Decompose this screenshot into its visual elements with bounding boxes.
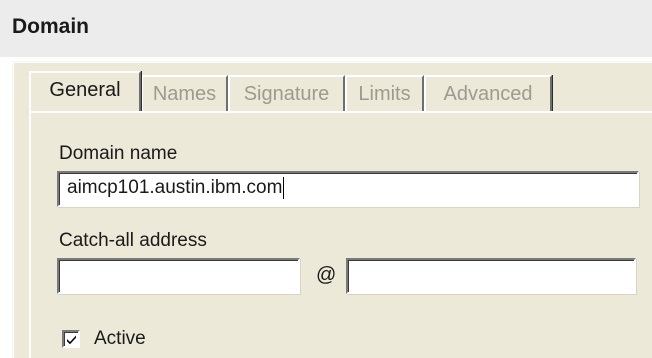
domain-name-field[interactable]: aimcp101.austin.ibm.com: [57, 171, 639, 207]
tab-names[interactable]: Names: [141, 75, 228, 111]
domain-name-label: Domain name: [59, 143, 178, 164]
catch-all-user-field[interactable]: [57, 258, 300, 294]
tab-advanced[interactable]: Advanced: [424, 75, 552, 111]
tab-general[interactable]: General: [29, 71, 141, 111]
text-caret: [283, 176, 285, 199]
checkmark-icon: [67, 335, 76, 345]
catch-all-domain-field[interactable]: [346, 258, 636, 294]
domain-window: Domain General Names Signature Limits Ad…: [0, 0, 652, 358]
active-label[interactable]: Active: [94, 327, 146, 351]
tab-signature[interactable]: Signature: [228, 75, 345, 111]
catch-all-address-label: Catch-all address: [59, 230, 207, 251]
header-bar: Domain: [0, 0, 652, 57]
at-symbol: @: [316, 264, 337, 286]
active-checkbox[interactable]: [62, 330, 80, 348]
tab-limits[interactable]: Limits: [345, 75, 424, 111]
page-title: Domain: [12, 15, 90, 38]
domain-name-value: aimcp101.austin.ibm.com: [67, 177, 283, 198]
